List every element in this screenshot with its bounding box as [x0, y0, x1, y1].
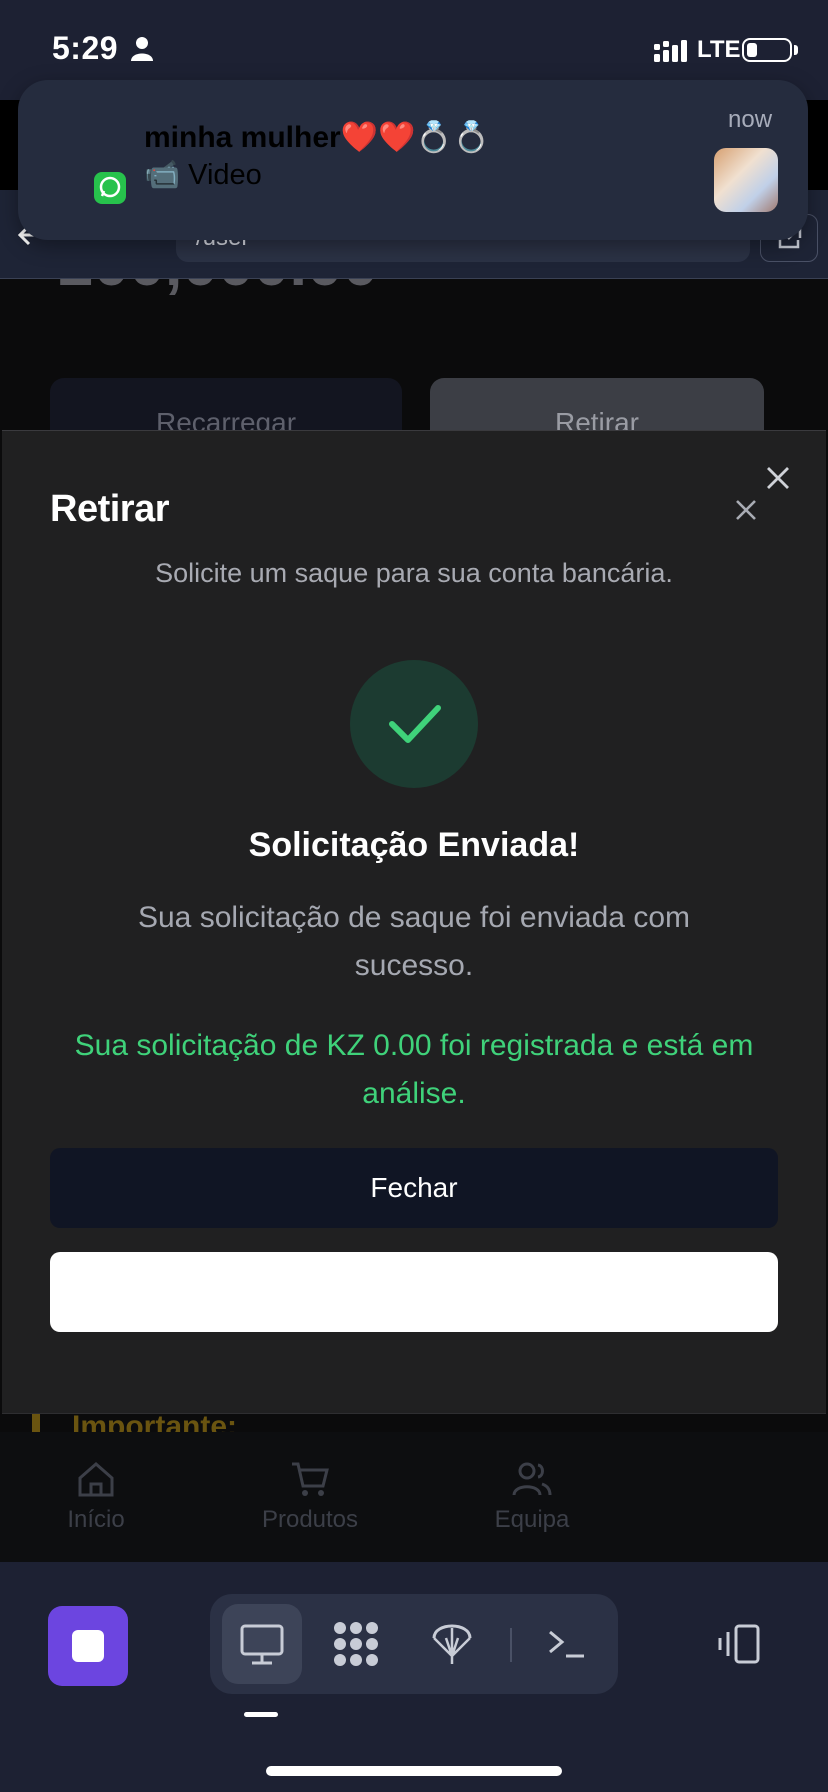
- person-icon: [131, 37, 153, 61]
- notification-body: 📹 Video: [144, 159, 262, 191]
- success-icon: [350, 660, 478, 788]
- devices-icon[interactable]: [716, 1622, 764, 1666]
- parachute-icon[interactable]: [430, 1616, 474, 1668]
- home-icon: [78, 1462, 114, 1497]
- success-note: Sua solicitação de KZ 0.00 foi registrad…: [74, 1029, 754, 1110]
- tool-divider: [510, 1628, 512, 1662]
- monitor-icon: [240, 1624, 284, 1665]
- important-accent-bar: [32, 1412, 40, 1434]
- bottom-nav: Início Produtos Equipa: [0, 1432, 828, 1562]
- nav-label-equipa: Equipa: [494, 1506, 570, 1533]
- nav-label-produtos: Produtos: [261, 1506, 359, 1533]
- battery-icon: [742, 38, 792, 62]
- signal-icon: [654, 40, 687, 62]
- network-label: LTE: [697, 36, 741, 63]
- terminal-icon[interactable]: [546, 1626, 586, 1660]
- modal-subtitle: Solicite um saque para sua conta bancári…: [155, 558, 673, 588]
- desktop-tool-button[interactable]: [222, 1604, 302, 1684]
- notification-thumbnail: [714, 148, 778, 212]
- notification-banner[interactable]: [18, 80, 808, 240]
- nav-item-equipa[interactable]: Equipa: [452, 1460, 612, 1534]
- check-icon: [389, 705, 441, 743]
- stop-icon: [72, 1630, 104, 1662]
- nav-item-inicio[interactable]: Início: [16, 1460, 176, 1534]
- active-tool-indicator: [244, 1712, 278, 1717]
- success-heading: Solicitação Enviada!: [248, 826, 580, 864]
- status-time: 5:29: [52, 30, 119, 66]
- apps-grid-icon[interactable]: [330, 1618, 382, 1670]
- whatsapp-icon: [94, 172, 126, 204]
- close-icon[interactable]: [732, 496, 760, 524]
- fechar-button[interactable]: Fechar: [50, 1148, 778, 1228]
- close-icon[interactable]: [764, 464, 792, 492]
- notification-title: minha mulher❤️❤️💍💍: [144, 121, 491, 154]
- success-message: Sua solicitação de saque foi enviada com…: [137, 901, 690, 982]
- battery-tip: [794, 45, 798, 55]
- cart-icon: [292, 1462, 329, 1496]
- nav-item-produtos[interactable]: Produtos: [230, 1460, 390, 1534]
- home-indicator[interactable]: [266, 1766, 562, 1776]
- nav-label-inicio: Início: [67, 1506, 125, 1533]
- secondary-button[interactable]: [50, 1252, 778, 1332]
- modal-title: Retirar: [50, 488, 170, 530]
- notification-time: now: [728, 106, 773, 133]
- users-icon: [512, 1462, 552, 1496]
